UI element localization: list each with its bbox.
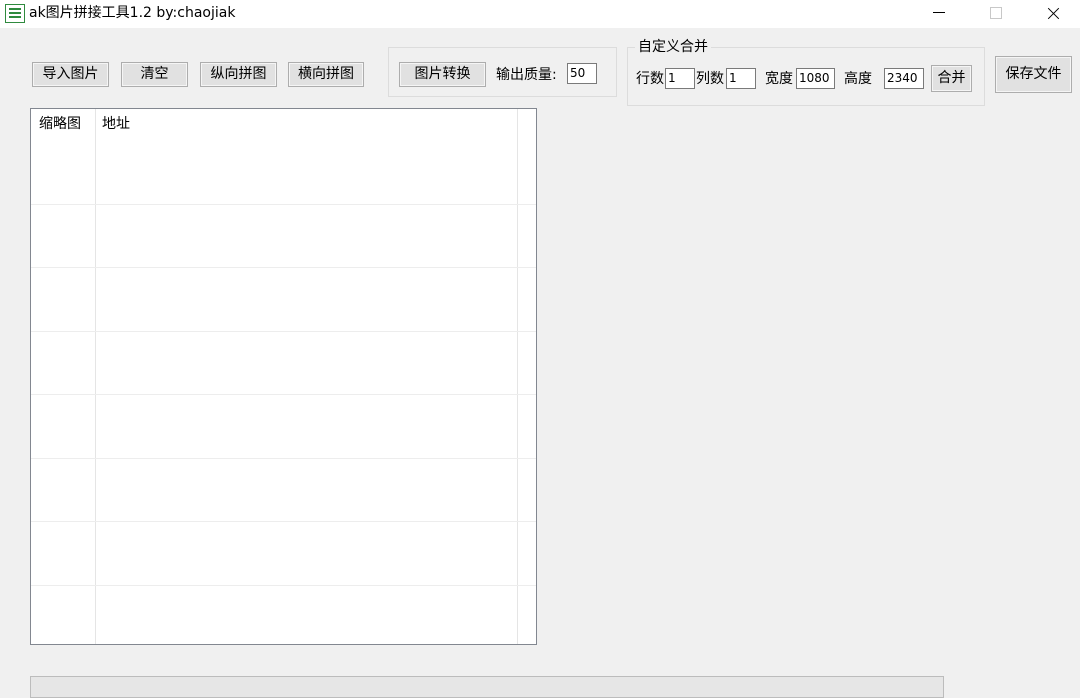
progress-bar — [30, 676, 944, 698]
save-file-button[interactable]: 保存文件 — [995, 56, 1072, 93]
rows-label: 行数 — [636, 71, 664, 87]
close-icon[interactable] — [1029, 0, 1075, 28]
row-divider — [31, 267, 536, 268]
row-divider — [31, 458, 536, 459]
width-input[interactable]: 1080 — [796, 68, 835, 89]
column-header-address[interactable]: 地址 — [102, 115, 130, 133]
height-label: 高度 — [844, 71, 872, 87]
quality-label: 输出质量: — [496, 67, 557, 83]
column-divider — [95, 109, 96, 644]
height-input[interactable]: 2340 — [884, 68, 924, 89]
row-divider — [31, 394, 536, 395]
title-bar: ak图片拼接工具1.2 by:chaojiak — [0, 0, 1080, 28]
window-title: ak图片拼接工具1.2 by:chaojiak — [29, 5, 236, 21]
image-list[interactable]: 缩略图 地址 — [30, 108, 537, 645]
horizontal-stitch-button[interactable]: 横向拼图 — [288, 62, 364, 87]
row-divider — [31, 204, 536, 205]
convert-image-button[interactable]: 图片转换 — [399, 62, 486, 87]
app-icon — [5, 4, 25, 23]
clear-button[interactable]: 清空 — [121, 62, 188, 87]
quality-input[interactable]: 50 — [567, 63, 597, 84]
cols-input[interactable]: 1 — [726, 68, 756, 89]
column-divider — [517, 109, 518, 644]
rows-input[interactable]: 1 — [665, 68, 695, 89]
import-images-button[interactable]: 导入图片 — [32, 62, 109, 87]
width-label: 宽度 — [765, 71, 793, 87]
custom-merge-title: 自定义合并 — [635, 38, 711, 56]
row-divider — [31, 585, 536, 586]
vertical-stitch-button[interactable]: 纵向拼图 — [200, 62, 277, 87]
maximize-icon[interactable] — [972, 0, 1018, 28]
column-header-thumbnail[interactable]: 缩略图 — [39, 115, 81, 133]
row-divider — [31, 521, 536, 522]
cols-label: 列数 — [696, 71, 724, 87]
minimize-icon[interactable] — [915, 0, 961, 28]
row-divider — [31, 331, 536, 332]
merge-button[interactable]: 合并 — [931, 65, 972, 92]
